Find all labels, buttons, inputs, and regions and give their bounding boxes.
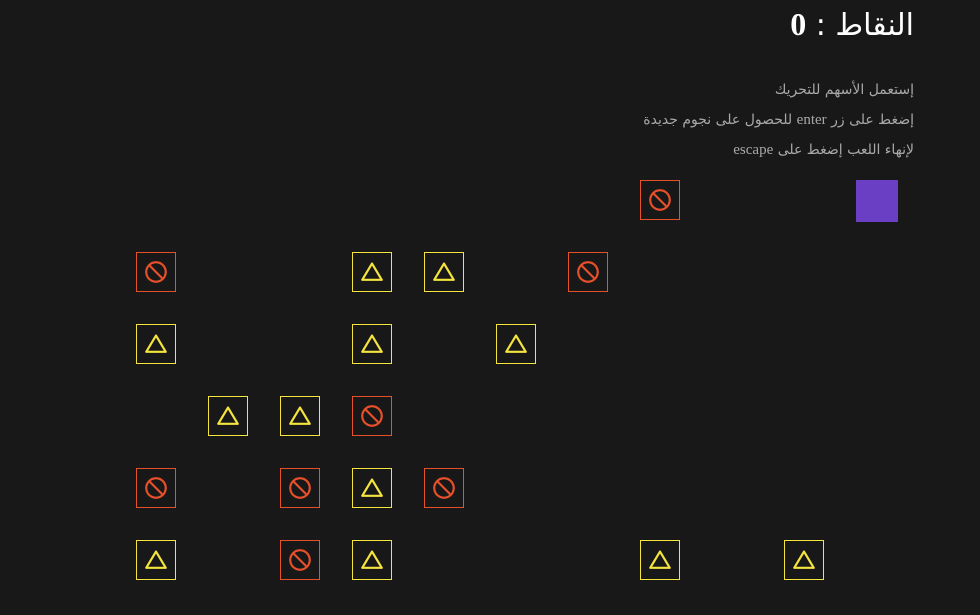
prohibited-circle-icon (287, 547, 313, 573)
instruction-escape-key: escape (733, 142, 774, 158)
block-tile (568, 252, 608, 292)
prohibited-circle-icon (359, 403, 385, 429)
instruction-enter-key: enter (796, 112, 827, 128)
block-tile (640, 180, 680, 220)
instruction-enter: إضغط على زر enter للحصول على نجوم جديدة (643, 110, 914, 130)
warning-triangle-icon (791, 547, 817, 573)
star-tile (496, 324, 536, 364)
block-tile (352, 396, 392, 436)
prohibited-circle-icon (431, 475, 457, 501)
warning-triangle-icon (287, 403, 313, 429)
block-tile (424, 468, 464, 508)
warning-triangle-icon (503, 331, 529, 357)
instruction-enter-after: للحصول على نجوم جديدة (643, 112, 793, 128)
score-value: 0 (790, 6, 807, 42)
warning-triangle-icon (143, 331, 169, 357)
warning-triangle-icon (143, 547, 169, 573)
block-tile (136, 252, 176, 292)
instruction-arrows: إستعمل الأسهم للتحريك (775, 80, 914, 100)
warning-triangle-icon (359, 259, 385, 285)
warning-triangle-icon (359, 475, 385, 501)
prohibited-circle-icon (143, 259, 169, 285)
star-tile (352, 468, 392, 508)
star-tile (352, 324, 392, 364)
warning-triangle-icon (215, 403, 241, 429)
warning-triangle-icon (359, 331, 385, 357)
prohibited-circle-icon (647, 187, 673, 213)
star-tile (640, 540, 680, 580)
star-tile (208, 396, 248, 436)
warning-triangle-icon (359, 547, 385, 573)
prohibited-circle-icon (575, 259, 601, 285)
prohibited-circle-icon (143, 475, 169, 501)
star-tile (784, 540, 824, 580)
star-tile (280, 396, 320, 436)
instruction-arrows-text: إستعمل الأسهم للتحريك (774, 82, 914, 98)
star-tile (424, 252, 464, 292)
star-tile (352, 540, 392, 580)
instruction-escape: لإنهاء اللعب إضغط على escape (733, 140, 914, 160)
prohibited-circle-icon (287, 475, 313, 501)
warning-triangle-icon (647, 547, 673, 573)
block-tile (280, 540, 320, 580)
block-tile (280, 468, 320, 508)
star-tile (352, 252, 392, 292)
instruction-escape-before: لإنهاء اللعب إضغط على (777, 142, 914, 158)
star-tile (136, 324, 176, 364)
score-label: النقاط : (815, 8, 914, 43)
warning-triangle-icon (431, 259, 457, 285)
block-tile (136, 468, 176, 508)
player-square[interactable] (856, 180, 898, 222)
instruction-enter-before: إضغط على زر (831, 112, 914, 128)
score-display: النقاط : 0 (790, 2, 914, 48)
star-tile (136, 540, 176, 580)
